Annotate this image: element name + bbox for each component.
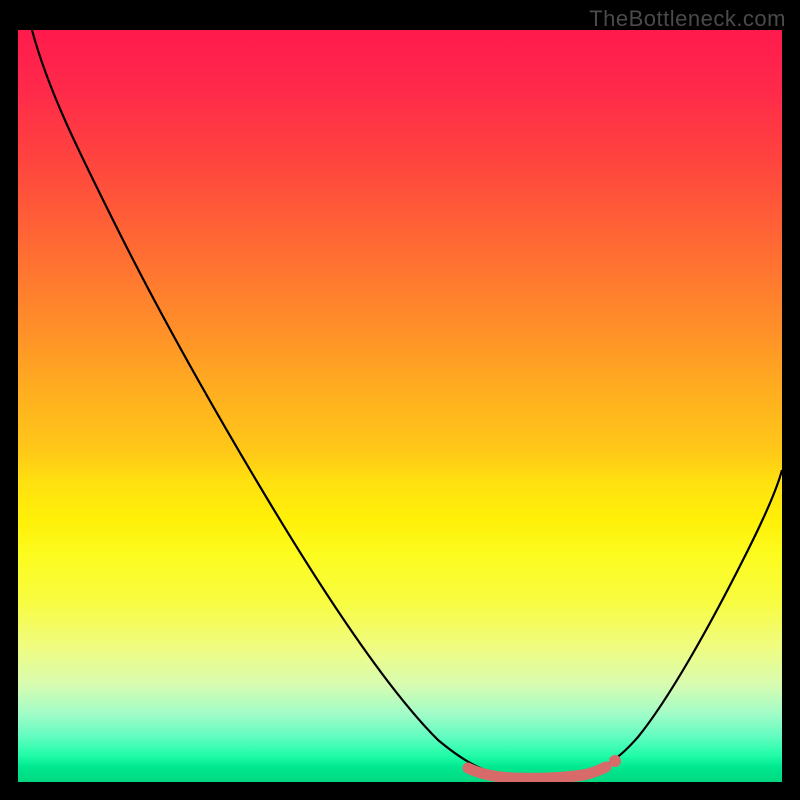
chart-svg (18, 30, 782, 782)
chart-plot-area (18, 30, 782, 782)
marker-endpoint-dot (609, 755, 621, 767)
optimal-zone-marker (468, 767, 606, 778)
watermark-text: TheBottleneck.com (589, 6, 786, 32)
bottleneck-curve-line (32, 30, 782, 778)
